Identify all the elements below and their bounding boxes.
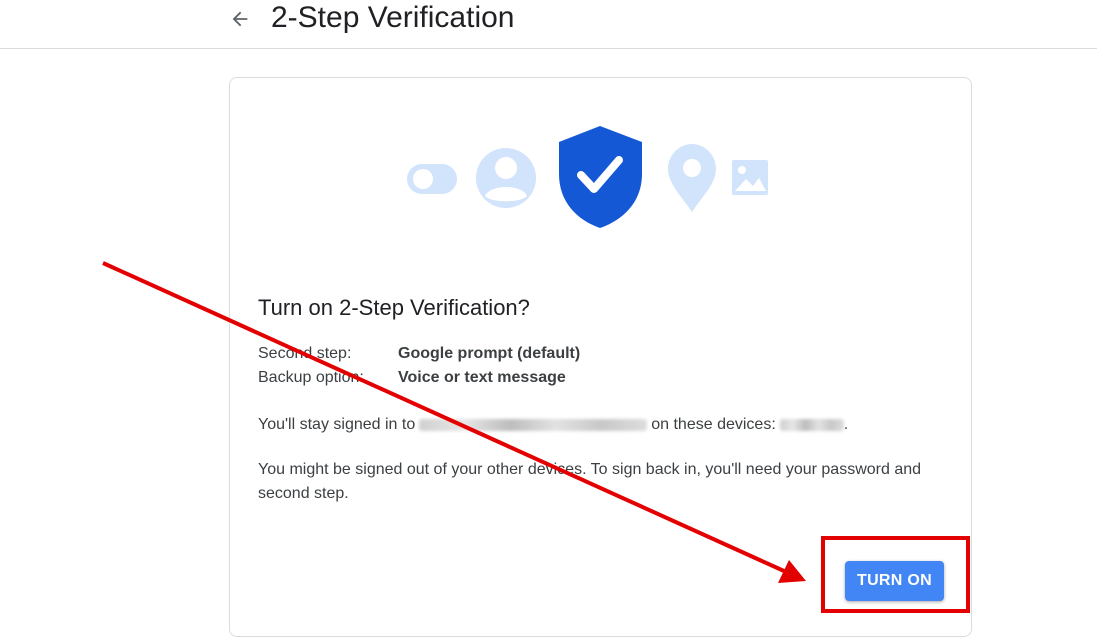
card-title: Turn on 2-Step Verification? xyxy=(258,295,530,320)
page-title: 2-Step Verification xyxy=(271,1,515,34)
page-header: 2-Step Verification xyxy=(0,0,1097,49)
sign-out-warning: You might be signed out of your other de… xyxy=(258,461,922,502)
second-step-row: Second step: Google prompt (default) xyxy=(258,345,580,369)
image-icon xyxy=(732,160,768,195)
location-pin-icon xyxy=(668,144,716,212)
account-circle-icon xyxy=(476,148,536,208)
toggle-icon xyxy=(407,164,457,194)
annotation-highlight-box xyxy=(821,536,970,613)
stay-signed-middle: on these devices: xyxy=(651,416,776,433)
stay-signed-in-text: You'll stay signed in to on these devices… xyxy=(258,413,948,437)
second-step-value: Google prompt (default) xyxy=(398,345,581,362)
backup-option-label: Backup option: xyxy=(258,369,364,386)
back-button[interactable] xyxy=(226,5,254,33)
second-step-label: Second step: xyxy=(258,345,352,362)
stay-signed-prefix: You'll stay signed in to xyxy=(258,416,416,433)
verification-illustration xyxy=(407,126,768,228)
shield-check-icon xyxy=(559,126,642,228)
arrow-back-icon xyxy=(232,11,248,27)
redacted-device xyxy=(779,418,844,431)
verification-summary: Second step: Google prompt (default) Bac… xyxy=(258,345,580,393)
backup-option-row: Backup option: Voice or text message xyxy=(258,369,580,393)
backup-option-value: Voice or text message xyxy=(398,369,566,386)
redacted-email xyxy=(419,418,648,431)
stay-signed-suffix: . xyxy=(843,416,849,433)
